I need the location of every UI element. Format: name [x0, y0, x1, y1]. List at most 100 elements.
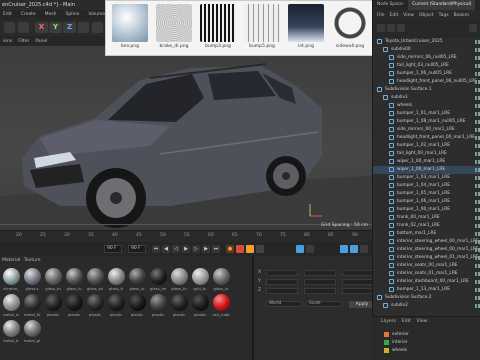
material-swatch[interactable] — [129, 294, 146, 311]
size-mode-select[interactable]: Scale — [306, 301, 342, 307]
object-row[interactable]: Toyota_UrbanCruiser_2025 — [373, 38, 480, 46]
visibility-dots-icon[interactable] — [475, 104, 480, 108]
viewport-menu-options[interactable]: ions — [3, 39, 12, 44]
node-space-select[interactable]: Current (Standard/Physical) — [408, 0, 476, 10]
menu-edit[interactable]: Edit — [3, 12, 12, 17]
visibility-dots-icon[interactable] — [475, 288, 480, 292]
fcurve-icon[interactable] — [350, 245, 358, 253]
go-to-start-icon[interactable]: ⏮ — [152, 245, 160, 253]
object-row[interactable]: side_mirrors_06_null05_LRE — [373, 54, 480, 62]
layers-view-menu[interactable]: View — [417, 319, 428, 324]
x-axis-lock-button[interactable]: X — [35, 22, 48, 33]
menu-spline[interactable]: Spline — [66, 12, 80, 17]
timeline-ruler[interactable]: 20 25 30 35 40 45 50 55 60 65 70 75 80 8… — [0, 230, 372, 242]
object-row[interactable]: subdiv2 — [373, 302, 480, 310]
visibility-dots-icon[interactable] — [475, 56, 480, 60]
visibility-dots-icon[interactable] — [475, 272, 480, 276]
visibility-dots-icon[interactable] — [475, 256, 480, 260]
material-swatch[interactable] — [192, 268, 209, 285]
object-row[interactable]: subdiv00 — [373, 46, 480, 54]
visibility-dots-icon[interactable] — [475, 232, 480, 236]
visibility-dots-icon[interactable] — [475, 192, 480, 196]
om-menu-bookmarks[interactable]: Bookm — [454, 13, 470, 18]
layer-filter-icon[interactable] — [397, 24, 405, 32]
material-swatch[interactable] — [171, 268, 188, 285]
texture-thumb-bump5[interactable] — [244, 4, 280, 42]
material-swatch[interactable] — [3, 294, 20, 311]
rotation-y-field[interactable] — [342, 279, 374, 285]
material-swatch[interactable] — [192, 294, 209, 311]
texture-thumb-brake-disc[interactable] — [156, 4, 192, 42]
visibility-dots-icon[interactable] — [475, 224, 480, 228]
visibility-dots-icon[interactable] — [475, 40, 480, 44]
3d-viewport[interactable]: Grid Spacing : 50 cm — [0, 46, 372, 230]
material-swatch[interactable] — [3, 268, 20, 285]
object-row[interactable]: bumper_1_05_mar1_LRE — [373, 190, 480, 198]
visibility-dots-icon[interactable] — [475, 304, 480, 308]
size-z-field[interactable] — [304, 288, 336, 294]
play-icon[interactable]: ▶ — [182, 245, 190, 253]
timeline-tool-icon[interactable] — [340, 245, 348, 253]
material-tab[interactable]: Material — [2, 258, 20, 263]
visibility-dots-icon[interactable] — [475, 80, 480, 84]
om-settings-icon[interactable] — [469, 24, 477, 32]
visibility-dots-icon[interactable] — [475, 152, 480, 156]
layer-row[interactable]: exterior — [384, 331, 409, 337]
om-menu-tags[interactable]: Tags — [439, 13, 449, 18]
object-row[interactable]: headlight_front_panel_06_null05_LRE — [373, 78, 480, 86]
om-menu-edit[interactable]: Edit — [390, 13, 399, 18]
dope-sheet-icon[interactable] — [306, 245, 314, 253]
rotation-z-field[interactable] — [342, 288, 374, 294]
visibility-dots-icon[interactable] — [475, 216, 480, 220]
go-to-end-icon[interactable]: ⏭ — [212, 245, 220, 253]
menu-mesh[interactable]: Mesh — [45, 12, 57, 17]
material-swatch[interactable] — [24, 320, 41, 337]
visibility-dots-icon[interactable] — [475, 248, 480, 252]
object-row[interactable]: trunk_02_mar1_LRE — [373, 222, 480, 230]
material-swatch[interactable] — [213, 294, 230, 311]
rotate-tool-icon[interactable] — [18, 22, 29, 33]
material-swatch[interactable] — [87, 268, 104, 285]
layers-edit-menu[interactable]: Edit — [402, 319, 411, 324]
material-swatch[interactable] — [66, 294, 83, 311]
visibility-dots-icon[interactable] — [475, 48, 480, 52]
material-swatch[interactable] — [45, 268, 62, 285]
material-swatch[interactable] — [108, 268, 125, 285]
material-swatch[interactable] — [150, 268, 167, 285]
material-swatch[interactable] — [87, 294, 104, 311]
coordinate-mode-select[interactable]: World — [266, 301, 302, 307]
object-row[interactable]: bumper_1_00_mar1_LRE — [373, 206, 480, 214]
object-row[interactable]: interior_seats_01_mar1_LRE — [373, 270, 480, 278]
object-row[interactable]: interior_dashboard_00_mar1_LRE — [373, 278, 480, 286]
filter-icon[interactable] — [387, 24, 395, 32]
menu-create[interactable]: Create — [21, 12, 36, 17]
visibility-dots-icon[interactable] — [475, 160, 480, 164]
object-row[interactable]: bumper_1_06_mar1_LRE — [373, 198, 480, 206]
om-menu-object[interactable]: Object — [419, 13, 434, 18]
texture-tab[interactable]: Texture — [24, 258, 40, 263]
material-swatch[interactable] — [24, 268, 41, 285]
keyframe-icon[interactable] — [246, 245, 254, 253]
visibility-dots-icon[interactable] — [475, 72, 480, 76]
autokey-icon[interactable]: ● — [226, 245, 234, 253]
object-row[interactable]: side_mirrors_00_mar1_LRE — [373, 126, 480, 134]
y-axis-lock-button[interactable]: Y — [49, 22, 62, 33]
object-row[interactable]: interior_steering_wheel_00_mar1_LRE — [373, 246, 480, 254]
search-icon[interactable] — [377, 24, 385, 32]
z-axis-lock-button[interactable]: Z — [63, 22, 76, 33]
previous-key-icon[interactable]: ◀ — [162, 245, 170, 253]
object-row[interactable]: trunk_00_mar1_LRE — [373, 214, 480, 222]
material-swatch[interactable] — [108, 294, 125, 311]
visibility-dots-icon[interactable] — [475, 144, 480, 148]
object-row[interactable]: bumper_1_03_mar1_LRE — [373, 174, 480, 182]
visibility-dots-icon[interactable] — [475, 240, 480, 244]
visibility-dots-icon[interactable] — [475, 96, 480, 100]
object-row[interactable]: subdiv1 — [373, 94, 480, 102]
end-frame-field[interactable]: 90 F — [128, 245, 146, 253]
visibility-dots-icon[interactable] — [475, 184, 480, 188]
layers-tab[interactable]: Layers — [381, 319, 396, 324]
material-swatch[interactable] — [213, 268, 230, 285]
visibility-dots-icon[interactable] — [475, 176, 480, 180]
layer-color-swatch[interactable] — [384, 331, 389, 337]
visibility-dots-icon[interactable] — [475, 280, 480, 284]
